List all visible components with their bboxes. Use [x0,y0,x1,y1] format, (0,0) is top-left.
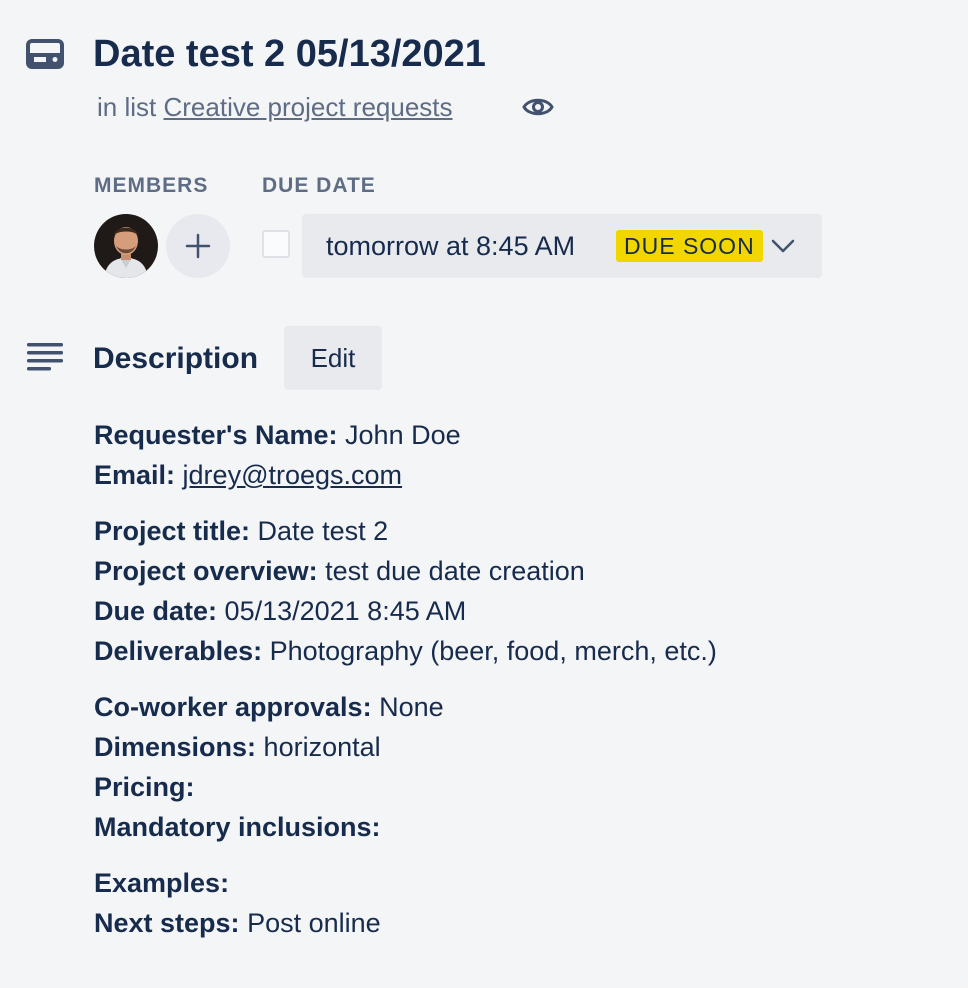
description-paragraph: Requester's Name: John Doe Email: jdrey@… [94,415,954,495]
due-date-value: tomorrow at 8:45 AM [326,231,576,261]
description-field: Co-worker approvals: None [94,687,954,727]
field-value: Photography (beer, food, merch, etc.) [269,636,717,666]
field-label: Pricing: [94,772,195,802]
description-field: Next steps: Post online [94,903,954,943]
field-label: Deliverables: [94,636,263,666]
description-heading: Description [93,342,259,375]
field-label: Next steps: [94,908,240,938]
eye-icon[interactable] [522,93,554,121]
description-field: Deliverables: Photography (beer, food, m… [94,631,954,671]
field-value: test due date creation [325,556,585,586]
due-date-button[interactable]: tomorrow at 8:45 AM DUE SOON [302,214,822,278]
chevron-down-icon [770,236,796,256]
field-label: Examples: [94,868,230,898]
field-label: Project overview: [94,556,318,586]
description-field: Project overview: test due date creation [94,551,954,591]
card-icon [26,39,64,69]
description-field: Email: jdrey@troegs.com [94,455,954,495]
field-label: Due date: [94,596,218,626]
field-label: Requester's Name: [94,420,338,450]
field-value: Post online [247,908,381,938]
field-label: Dimensions: [94,732,257,762]
description-field: Project title: Date test 2 [94,511,954,551]
field-label: Email: [94,460,176,490]
description-paragraph: Co-worker approvals: None Dimensions: ho… [94,687,954,847]
field-value: None [379,692,444,722]
field-label: Project title: [94,516,251,546]
description-field: Due date: 05/13/2021 8:45 AM [94,591,954,631]
description-field: Dimensions: horizontal [94,727,954,767]
add-member-button[interactable] [166,214,230,278]
due-complete-checkbox[interactable] [262,230,290,258]
description-body[interactable]: Requester's Name: John Doe Email: jdrey@… [94,415,954,959]
field-value: John Doe [345,420,461,450]
field-value: 05/13/2021 8:45 AM [224,596,467,626]
description-lines-icon [26,342,64,372]
description-field: Pricing: [94,767,954,807]
email-link[interactable]: jdrey@troegs.com [183,460,402,490]
field-label: Co-worker approvals: [94,692,372,722]
description-paragraph: Project title: Date test 2 Project overv… [94,511,954,671]
field-value: horizontal [263,732,381,762]
plus-icon [185,233,211,259]
description-field: Requester's Name: John Doe [94,415,954,455]
field-label: Mandatory inclusions: [94,812,381,842]
due-soon-badge: DUE SOON [616,230,763,262]
avatar[interactable] [94,214,158,278]
list-info: in list Creative project requests [97,90,453,124]
edit-description-button[interactable]: Edit [284,326,382,390]
description-field: Examples: [94,863,954,903]
list-prefix: in list [97,92,157,122]
description-paragraph: Examples: Next steps: Post online [94,863,954,943]
due-date-label: DUE DATE [262,174,376,197]
list-link[interactable]: Creative project requests [163,92,452,122]
description-field: Mandatory inclusions: [94,807,954,847]
field-value: Date test 2 [257,516,389,546]
members-label: MEMBERS [94,174,209,197]
card-title[interactable]: Date test 2 05/13/2021 [93,30,486,78]
